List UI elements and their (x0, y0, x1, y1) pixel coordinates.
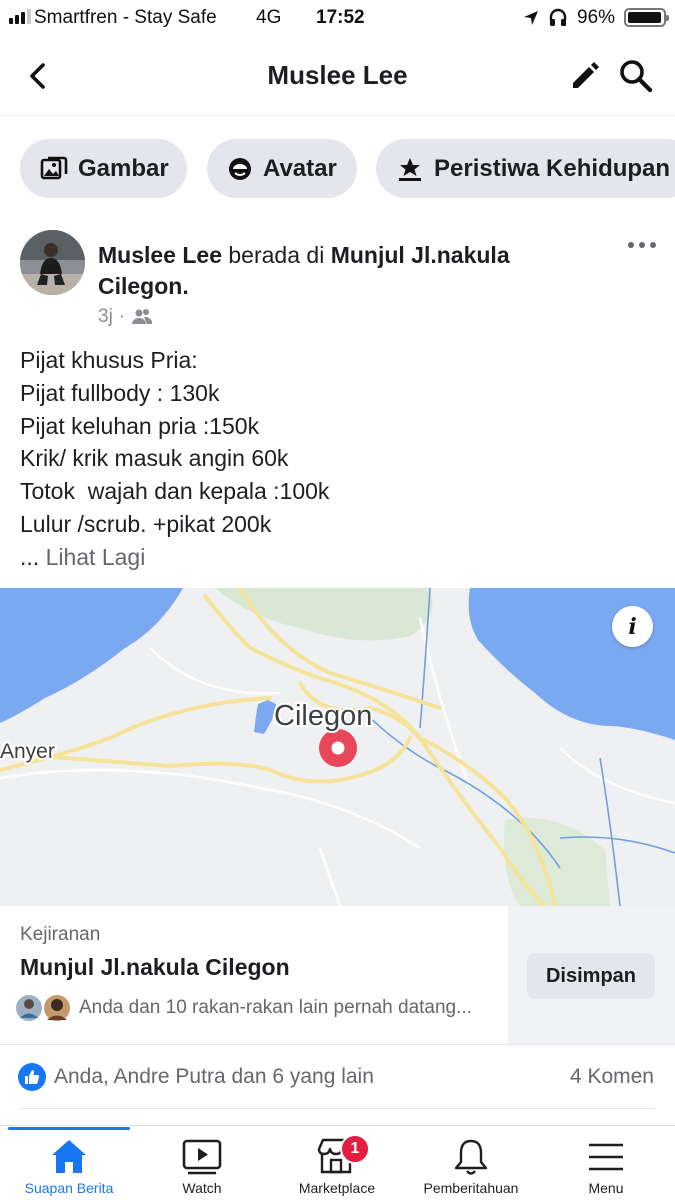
search-icon[interactable] (617, 57, 655, 95)
photo-label: Gambar (78, 154, 169, 182)
bell-icon (454, 1139, 488, 1175)
avatar-label: Avatar (263, 154, 337, 182)
active-tab-indicator (8, 1127, 130, 1130)
marketplace-badge: 1 (340, 1134, 370, 1164)
map-town-label: Anyer (0, 740, 55, 763)
menu-icon (589, 1143, 623, 1171)
ellipsis: ... (20, 543, 46, 570)
divider (0, 1044, 675, 1045)
tab-news-feed[interactable]: Suapan Berita (8, 1135, 130, 1196)
post-time[interactable]: 3j (98, 306, 113, 328)
carrier-name: Smartfren - Stay Safe (34, 7, 217, 28)
map-city-label: Cilegon (274, 700, 372, 732)
life-event-icon (399, 157, 421, 181)
signal-icon (9, 9, 31, 24)
post-author-line: Muslee Lee berada di Munjul Jl.nakula Ci… (98, 240, 568, 302)
post-line: Pijat khusus Pria: (20, 347, 198, 373)
tab-notifications[interactable]: Pemberitahuan (412, 1135, 530, 1196)
photo-icon (40, 156, 68, 179)
watch-icon (182, 1139, 222, 1175)
comments-count[interactable]: 4 Komen (520, 1065, 654, 1089)
visited-text: Anda dan 10 rakan-rakan lain pernah data… (79, 997, 472, 1018)
tab-watch[interactable]: Watch (152, 1135, 252, 1196)
tab-marketplace[interactable]: Marketplace (282, 1135, 392, 1196)
post-body: Pijat khusus Pria: Pijat fullbody : 130k… (20, 344, 660, 574)
tab-label: Suapan Berita (24, 1180, 114, 1196)
like-reaction-icon (18, 1063, 46, 1091)
map-preview[interactable]: Cilegon Anyer (0, 588, 675, 906)
post-line: Lulur /scrub. +pikat 200k (20, 510, 272, 537)
location-arrow-icon (524, 11, 538, 25)
battery-icon (624, 8, 669, 27)
network-type: 4G (256, 7, 282, 28)
post-line: Pijat keluhan pria :150k (20, 412, 260, 439)
headphones-icon (549, 8, 567, 26)
avatar-icon (229, 157, 251, 180)
profile-header: Muslee Lee (0, 36, 675, 116)
friend-avatars (14, 993, 72, 1023)
divider (20, 1108, 655, 1109)
life-event-label: Peristiwa Kehidupan (434, 154, 671, 182)
battery-percent: 96% (577, 7, 616, 28)
post-meta: 3j · (98, 306, 153, 328)
home-icon (52, 1140, 86, 1173)
tab-label: Menu (588, 1180, 624, 1196)
tab-label: Watch (182, 1180, 222, 1196)
at-text: berada di (222, 242, 331, 268)
tab-label: Marketplace (298, 1180, 376, 1196)
pencil-icon[interactable] (568, 58, 602, 92)
tab-menu[interactable]: Menu (566, 1135, 646, 1196)
author-avatar[interactable] (20, 230, 85, 295)
saved-button[interactable]: Disimpan (527, 953, 655, 999)
post-line: Totok wajah dan kepala :100k (20, 478, 330, 505)
post-line: Pijat fullbody : 130k (20, 379, 220, 406)
reactions-summary[interactable]: Anda, Andre Putra dan 6 yang lain (54, 1065, 374, 1089)
clock: 17:52 (316, 7, 365, 28)
author-name[interactable]: Muslee Lee (98, 242, 222, 268)
post-line: Krik/ krik masuk angin 60k (20, 445, 289, 472)
more-options-icon[interactable] (627, 240, 657, 250)
see-more-link[interactable]: Lihat Lagi (46, 544, 146, 570)
place-period: . (182, 273, 189, 299)
place-name[interactable]: Munjul Jl.nakula Cilegon (20, 954, 290, 981)
status-bar: Smartfren - Stay Safe 4G 17:52 96% (0, 0, 675, 36)
map-info-button[interactable]: i (612, 606, 653, 647)
life-event-button[interactable]: Peristiwa Kehidupan (376, 139, 675, 198)
photo-button[interactable]: Gambar (20, 139, 187, 198)
meta-dot: · (118, 306, 126, 327)
friends-icon (132, 309, 153, 324)
avatar-button[interactable]: Avatar (207, 139, 357, 198)
tab-label: Pemberitahuan (423, 1180, 519, 1196)
screen: Smartfren - Stay Safe 4G 17:52 96% Musle… (0, 0, 675, 1200)
place-category: Kejiranan (20, 924, 101, 945)
